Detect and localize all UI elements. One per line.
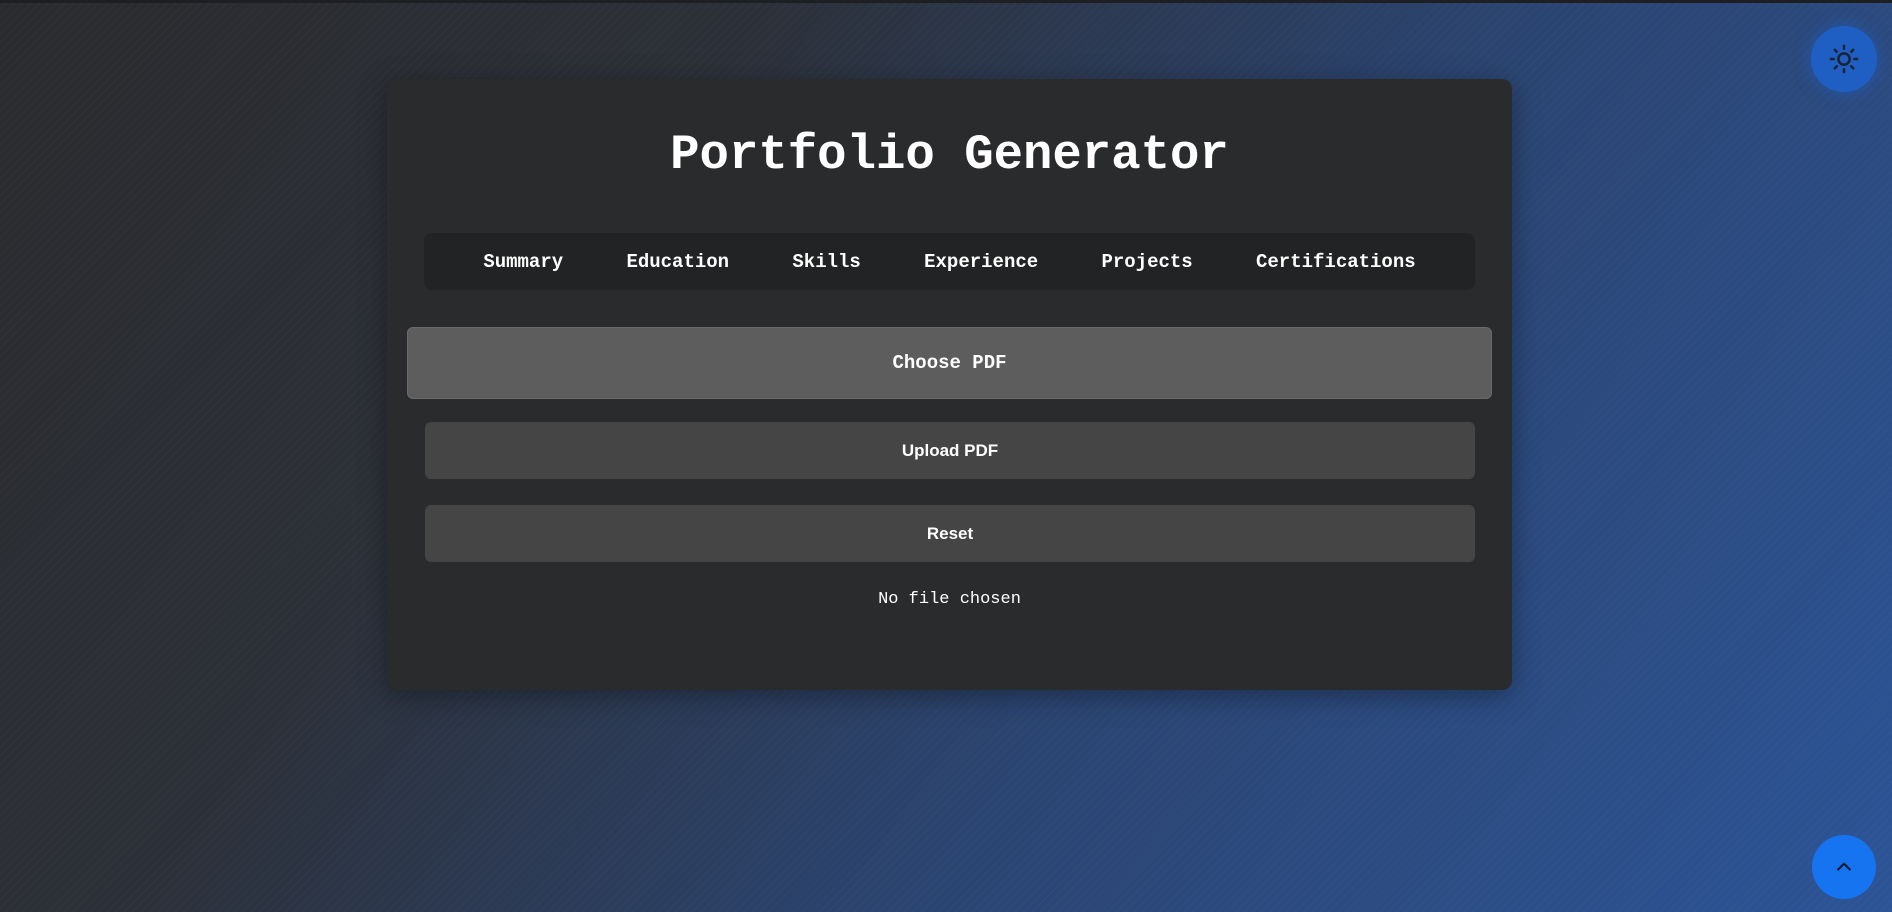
tab-experience[interactable]: Experience	[920, 245, 1042, 279]
scroll-to-top-button[interactable]	[1812, 835, 1876, 899]
chevron-up-icon	[1834, 857, 1854, 877]
page-title: Portfolio Generator	[670, 127, 1229, 183]
choose-pdf-button[interactable]: Choose PDF	[407, 327, 1492, 399]
file-status-text: No file chosen	[878, 590, 1021, 609]
tab-summary[interactable]: Summary	[479, 245, 567, 279]
section-tabs: Summary Education Skills Experience Proj…	[424, 233, 1475, 290]
generator-card: Portfolio Generator Summary Education Sk…	[387, 79, 1512, 690]
tab-projects[interactable]: Projects	[1097, 245, 1196, 279]
upload-pdf-button[interactable]: Upload PDF	[425, 422, 1475, 479]
top-border	[0, 0, 1892, 3]
theme-toggle-button[interactable]	[1811, 26, 1877, 92]
sun-icon	[1829, 44, 1859, 74]
tab-education[interactable]: Education	[622, 245, 733, 279]
reset-button[interactable]: Reset	[425, 505, 1475, 562]
tab-skills[interactable]: Skills	[788, 245, 864, 279]
tab-certifications[interactable]: Certifications	[1252, 245, 1420, 279]
